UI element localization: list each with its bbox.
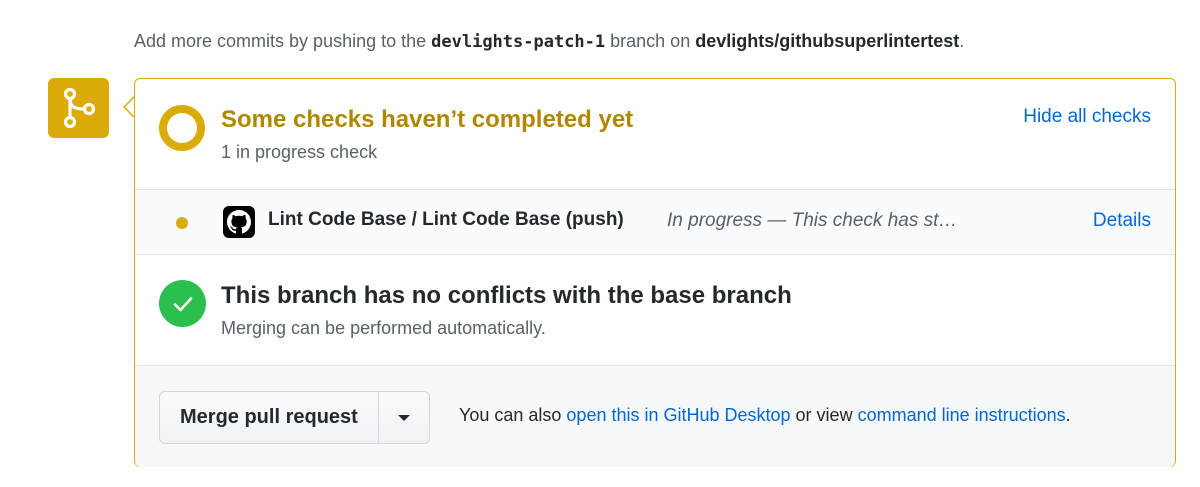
- pending-status-icon: [159, 105, 205, 151]
- merge-button-group: Merge pull request: [159, 391, 430, 444]
- box-pointer: [123, 96, 135, 118]
- conflicts-summary: This branch has no conflicts with the ba…: [135, 255, 1175, 366]
- branch-name: devlights-patch-1: [431, 32, 606, 52]
- push-hint-prefix: Add more commits by pushing to the: [134, 31, 432, 51]
- open-in-desktop-link[interactable]: open this in GitHub Desktop: [566, 405, 790, 425]
- merge-note-suffix: .: [1065, 405, 1071, 425]
- push-hint-middle: branch on: [605, 31, 696, 51]
- merge-method-dropdown-button[interactable]: [378, 391, 430, 444]
- git-merge-icon: [48, 78, 109, 138]
- github-logo-icon: [223, 206, 255, 238]
- checks-summary: Some checks haven’t completed yet 1 in p…: [135, 79, 1175, 190]
- check-row: Lint Code Base / Lint Code Base (push) I…: [135, 190, 1175, 255]
- pending-dot-icon: [176, 217, 188, 229]
- merge-actions: Merge pull request You can also open thi…: [135, 366, 1175, 467]
- check-details-link[interactable]: Details: [1093, 210, 1151, 232]
- checks-subtitle: 1 in progress check: [221, 142, 378, 162]
- checks-title: Some checks haven’t completed yet: [221, 106, 634, 133]
- merge-pull-request-button[interactable]: Merge pull request: [159, 391, 379, 444]
- merge-note-prefix: You can also: [459, 405, 567, 425]
- repo-name: devlights/githubsuperlintertest: [695, 31, 960, 51]
- command-line-instructions-link[interactable]: command line instructions: [858, 405, 1066, 425]
- check-name: Lint Code Base / Lint Code Base (push): [268, 209, 624, 230]
- merge-status-box: Some checks haven’t completed yet 1 in p…: [134, 78, 1176, 467]
- conflicts-title: This branch has no conflicts with the ba…: [221, 282, 792, 309]
- conflicts-subtitle: Merging can be performed automatically.: [221, 318, 546, 338]
- push-hint: Add more commits by pushing to the devli…: [134, 28, 964, 55]
- hide-all-checks-link[interactable]: Hide all checks: [1023, 106, 1151, 128]
- triangle-down-icon: [397, 414, 410, 421]
- check-icon: [159, 280, 206, 327]
- merge-note-middle: or view: [790, 405, 858, 425]
- merge-note: You can also open this in GitHub Desktop…: [459, 405, 1071, 426]
- push-hint-suffix: .: [959, 31, 965, 51]
- check-status: In progress — This check has st…: [667, 210, 958, 231]
